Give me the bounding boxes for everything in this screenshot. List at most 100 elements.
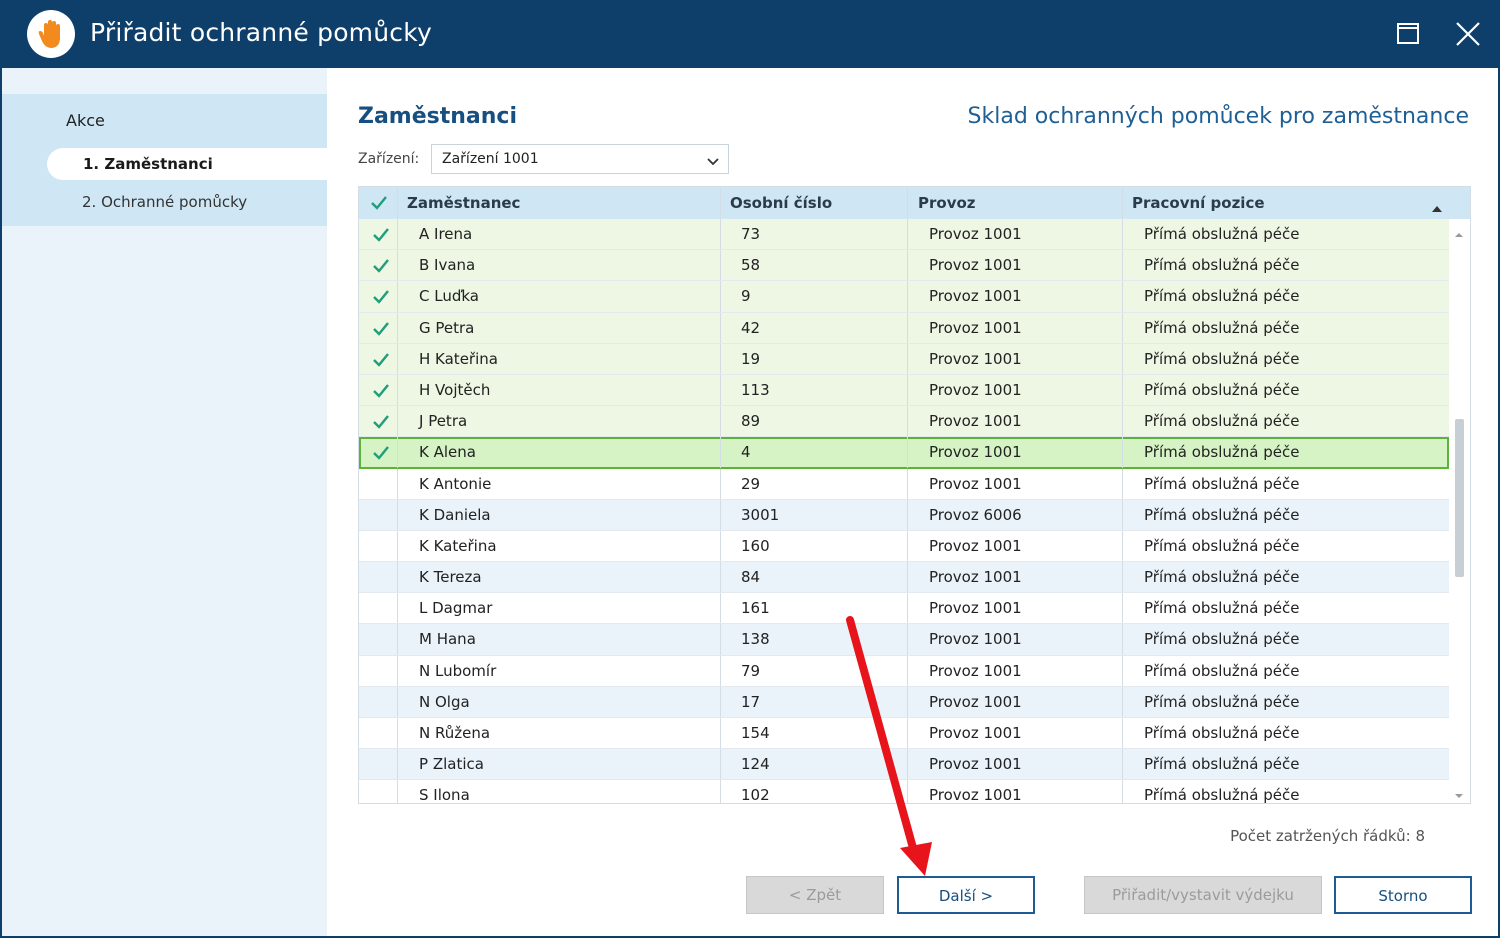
row-checkbox[interactable] [371,630,391,650]
cell-pracovni-pozice: Přímá obslužná péče [1144,724,1300,742]
employee-grid: Zaměstnanec Osobní číslo Provoz Pracovní… [358,186,1471,804]
cell-provoz: Provoz 1001 [929,380,1022,399]
dialog-window: Přiřadit ochranné pomůcky Akce 1. Zaměst… [0,0,1500,938]
vertical-scrollbar[interactable] [1449,219,1470,803]
cell-zamestnanec: N Růžena [419,724,491,742]
cell-osobni-cislo: 4 [741,443,751,462]
cell-zamestnanec: K Tereza [419,568,482,587]
table-row[interactable]: H Kateřina 19 Provoz 1001 Přímá obslužná pé… [359,343,1449,375]
cell-zamestnanec: P Zlatica [419,755,484,774]
column-header-osobni-cislo[interactable]: Osobní číslo [730,187,832,219]
back-button[interactable]: < Zpět [746,876,884,914]
cell-zamestnanec: L Dagmar [419,599,493,618]
cell-provoz: Provoz 1001 [929,412,1022,431]
cell-zamestnanec: C Luďka [419,287,479,306]
scroll-down-icon[interactable] [1455,785,1463,803]
sidebar-item-zamestnanci[interactable]: 1. Zaměstnanci [47,148,328,180]
row-check-icon[interactable] [371,319,391,343]
cell-zamestnanec: H Kateřina [419,349,498,368]
table-row[interactable]: L Dagmar 161 Provoz 1001 Přímá obslužná péč… [359,593,1449,625]
cell-provoz: Provoz 6006 [929,505,1022,524]
table-row[interactable]: K Alena 4 Provoz 1001 Přímá obslužná péče [359,437,1449,469]
scroll-up-icon[interactable] [1455,224,1463,242]
assign-issue-button[interactable]: Přiřadit/vystavit výdejku [1084,876,1322,914]
table-row[interactable]: S Ilona 102 Provoz 1001 Přímá obslužná péče [359,780,1449,803]
column-header-zamestnanec[interactable]: Zaměstnanec [407,187,520,219]
table-row[interactable]: P Zlatica 124 Provoz 1001 Přímá obslužná pé… [359,749,1449,781]
close-icon[interactable] [1450,16,1486,52]
table-row[interactable]: B Ivana 58 Provoz 1001 Přímá obslužná péče [359,250,1449,282]
column-header-provoz[interactable]: Provoz [918,187,976,219]
table-row[interactable]: G Petra 42 Provoz 1001 Přímá obslužná péče [359,312,1449,344]
page-title: Zaměstnanci [358,104,518,129]
cell-zamestnanec: N Olga [419,692,470,711]
table-row[interactable]: J Petra 89 Provoz 1001 Přímá obslužná péče [359,406,1449,438]
row-check-icon[interactable] [371,443,391,467]
row-checkbox[interactable] [371,786,391,803]
cell-osobni-cislo: 42 [741,318,761,337]
cell-pracovni-pozice: Přímá obslužná péče [1144,256,1300,275]
cell-osobni-cislo: 9 [741,287,751,306]
row-checkbox[interactable] [371,537,391,557]
row-checkbox[interactable] [371,693,391,713]
maximize-icon[interactable] [1390,16,1426,52]
row-check-icon[interactable] [371,381,391,405]
table-row[interactable]: K Kateřina 160 Provoz 1001 Přímá obslužná p… [359,530,1449,563]
cell-zamestnanec: K Daniela [419,505,491,524]
table-row[interactable]: K Daniela 3001 Provoz 6006 Přímá obslužná p… [359,499,1449,531]
table-row[interactable]: N Růžena 154 Provoz 1001 Přímá obslužná péč… [359,718,1449,750]
cell-pracovni-pozice: Přímá obslužná péče [1144,630,1300,649]
grid-header: Zaměstnanec Osobní číslo Provoz Pracovní… [359,187,1470,219]
cell-osobni-cislo: 29 [741,474,761,493]
table-row[interactable]: A Irena 73 Provoz 1001 Přímá obslužná péče [359,219,1449,251]
table-row[interactable]: N Lubomír 79 Provoz 1001 Přímá obslužná péč… [359,655,1449,687]
cell-pracovni-pozice: Přímá obslužná péče [1144,318,1300,337]
cancel-button[interactable]: Storno [1334,876,1472,914]
table-row[interactable]: M Hana 138 Provoz 1001 Přímá obslužná péče [359,624,1449,656]
cell-pracovni-pozice: Přímá obslužná péče [1144,505,1300,524]
table-row[interactable]: K Antonie 29 Provoz 1001 Přímá obslužná péč… [359,468,1449,500]
column-header-pracovni-pozice[interactable]: Pracovní pozice [1132,187,1265,219]
table-row[interactable]: C Luďka 9 Provoz 1001 Přímá obslužná péče [359,281,1449,313]
sidebar-item-ochranne-pomucky[interactable]: 2. Ochranné pomůcky [82,186,247,218]
cell-zamestnanec: H Vojtěch [419,380,491,399]
cell-pracovni-pozice: Přímá obslužná péče [1144,661,1300,680]
cell-pracovni-pozice: Přímá obslužná péče [1144,349,1300,368]
cell-osobni-cislo: 124 [741,755,770,774]
cell-pracovni-pozice: Přímá obslužná péče [1144,755,1300,774]
table-row[interactable]: N Olga 17 Provoz 1001 Přímá obslužná péče [359,686,1449,718]
facility-select[interactable]: Zařízení 1001 [431,144,729,174]
select-all-check-icon[interactable] [369,193,389,217]
row-checkbox[interactable] [371,724,391,744]
cell-pracovni-pozice: Přímá obslužná péče [1144,380,1300,399]
next-button[interactable]: Další > [897,876,1035,914]
cell-zamestnanec: N Lubomír [419,661,497,680]
row-check-icon[interactable] [371,412,391,436]
sort-ascending-icon [1431,199,1443,217]
row-checkbox[interactable] [371,506,391,526]
main-panel: Zaměstnanci Sklad ochranných pomůcek pro… [327,68,1498,936]
row-check-icon[interactable] [371,225,391,249]
cell-osobni-cislo: 17 [741,692,761,711]
row-checkbox[interactable] [371,599,391,619]
row-check-icon[interactable] [371,256,391,280]
cell-provoz: Provoz 1001 [929,256,1022,275]
cell-provoz: Provoz 1001 [929,536,1022,555]
row-check-icon[interactable] [371,350,391,374]
chevron-down-icon [706,151,720,179]
dialog-content: Akce 1. Zaměstnanci 2. Ochranné pomůcky … [2,68,1498,936]
row-check-icon[interactable] [371,287,391,311]
scrollbar-thumb[interactable] [1455,419,1464,577]
page-subtitle: Sklad ochranných pomůcek pro zaměstnance [967,104,1469,129]
cell-osobni-cislo: 161 [741,599,770,618]
cell-provoz: Provoz 1001 [929,661,1022,680]
cell-zamestnanec: A Irena [419,225,473,243]
cell-osobni-cislo: 3001 [741,505,780,524]
row-checkbox[interactable] [371,475,391,495]
row-checkbox[interactable] [371,755,391,775]
row-checkbox[interactable] [371,568,391,588]
table-row[interactable]: H Vojtěch 113 Provoz 1001 Přímá obslužná pé… [359,374,1449,407]
table-row[interactable]: K Tereza 84 Provoz 1001 Přímá obslužná péče [359,562,1449,594]
row-checkbox[interactable] [371,662,391,682]
cell-provoz: Provoz 1001 [929,724,1022,742]
